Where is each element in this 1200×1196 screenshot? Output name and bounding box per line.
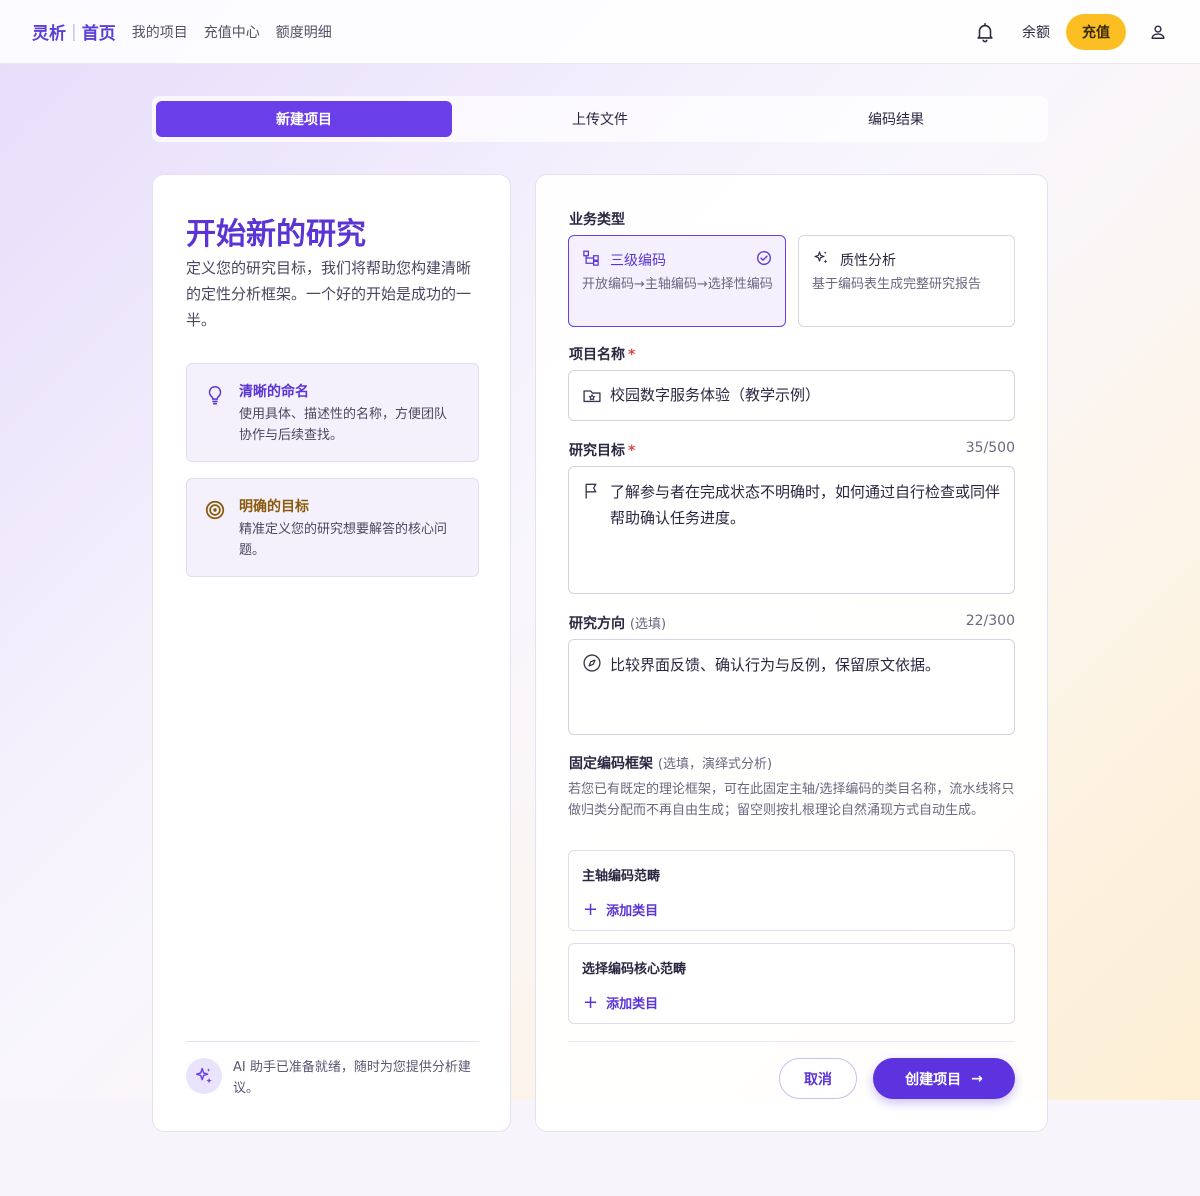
main-nav: 我的项目 充值中心 额度明细 — [132, 22, 348, 42]
type-option-description: 开放编码→主轴编码→选择性编码 — [582, 277, 773, 292]
research-goal-counter: 35/500 — [965, 440, 1015, 456]
ai-badge — [186, 1058, 222, 1094]
framework-label: 固定编码框架 (选填，演绎式分析) — [569, 753, 772, 773]
type-option-description: 基于编码表生成完整研究报告 — [812, 277, 982, 292]
header-actions: 余额 充值 — [974, 13, 1168, 50]
step-tabs: 新建项目 上传文件 编码结果 — [152, 96, 1048, 142]
sparkles-icon — [195, 1067, 212, 1084]
add-category-button[interactable]: + 添加类目 — [583, 900, 658, 919]
required-marker: * — [628, 347, 636, 363]
type-option-qualitative-analysis[interactable]: 质性分析 基于编码表生成完整研究报告 — [798, 235, 1015, 327]
tip-card-goal: 明确的目标 精准定义您的研究想要解答的核心问题。 — [186, 478, 479, 577]
optional-marker: (选填) — [629, 617, 667, 632]
home-link[interactable]: 首页 — [82, 19, 116, 44]
framework-help-text: 若您已有既定的理论框架，可在此固定主轴/选择编码的类目名称，流水线将只做归类分配… — [568, 782, 1015, 818]
project-name-label-text: 项目名称 — [569, 347, 625, 363]
research-goal-value: 了解参与者在完成状态不明确时，如何通过自行检查或同伴帮助确认任务进度。 — [610, 483, 1001, 527]
research-goal-label-text: 研究目标 — [569, 443, 625, 459]
hierarchy-icon — [583, 250, 599, 266]
folder-star-icon — [583, 390, 601, 403]
tab-coding-results[interactable]: 编码结果 — [748, 101, 1044, 137]
add-category-label: 添加类目 — [606, 997, 659, 1012]
ai-assistant-note: AI 助手已准备就绪，随时为您提供分析建议。 — [233, 1060, 471, 1096]
add-category-button[interactable]: + 添加类目 — [583, 993, 658, 1012]
intro-title: 开始新的研究 — [186, 217, 366, 252]
optional-marker: (选填，演绎式分析) — [657, 757, 773, 772]
tip-title: 清晰的命名 — [239, 384, 309, 400]
type-option-three-level-coding[interactable]: 三级编码 开放编码→主轴编码→选择性编码 — [568, 235, 786, 327]
research-direction-label: 研究方向 (选填) — [569, 613, 666, 633]
target-icon — [205, 500, 225, 520]
compass-icon — [583, 654, 601, 672]
category-box-title: 选择编码核心范畴 — [582, 962, 687, 977]
divider — [186, 1041, 479, 1042]
create-project-label: 创建项目 — [905, 1071, 962, 1088]
plus-icon: + — [583, 991, 599, 1013]
tip-description: 使用具体、描述性的名称，方便团队协作与后续查找。 — [239, 407, 448, 443]
arrow-right-icon: → — [971, 1070, 983, 1087]
research-goal-textarea[interactable]: 了解参与者在完成状态不明确时，如何通过自行检查或同伴帮助确认任务进度。 — [568, 466, 1015, 594]
tab-upload-files[interactable]: 上传文件 — [452, 101, 748, 137]
research-direction-label-text: 研究方向 — [569, 616, 625, 632]
intro-panel: 开始新的研究 定义您的研究目标，我们将帮助您构建清晰的定性分析框架。一个好的开始… — [152, 174, 511, 1132]
selective-coding-categories: 选择编码核心范畴 + 添加类目 — [568, 943, 1015, 1024]
brand-separator: | — [71, 21, 77, 42]
tip-description: 精准定义您的研究想要解答的核心问题。 — [239, 522, 448, 558]
research-direction-textarea[interactable]: 比较界面反馈、确认行为与反例，保留原文依据。 — [568, 639, 1015, 735]
recharge-button[interactable]: 充值 — [1066, 13, 1126, 50]
tip-card-naming: 清晰的命名 使用具体、描述性的名称，方便团队协作与后续查找。 — [186, 363, 479, 462]
plus-icon: + — [583, 898, 599, 920]
intro-description: 定义您的研究目标，我们将帮助您构建清晰的定性分析框架。一个好的开始是成功的一半。 — [186, 259, 472, 329]
user-icon[interactable] — [1148, 22, 1168, 42]
lightbulb-icon — [208, 385, 222, 405]
nav-quota-details[interactable]: 额度明细 — [276, 22, 332, 42]
category-box-title: 主轴编码范畴 — [582, 869, 661, 884]
brand-name[interactable]: 灵析 — [32, 19, 66, 44]
project-name-input[interactable]: 校园数字服务体验（教学示例） — [568, 370, 1015, 421]
project-name-value: 校园数字服务体验（教学示例） — [610, 386, 821, 404]
tip-title: 明确的目标 — [239, 499, 309, 515]
check-circle-icon — [757, 251, 771, 265]
required-marker: * — [628, 443, 636, 459]
project-form: 业务类型 三级编码 开放编码→主轴编码→选择性编码 质性分析 基于编码表生成完整… — [535, 174, 1048, 1132]
balance-link[interactable]: 余额 — [1022, 22, 1050, 42]
business-type-label: 业务类型 — [569, 212, 625, 228]
axial-coding-categories: 主轴编码范畴 + 添加类目 — [568, 850, 1015, 931]
divider — [568, 1041, 1015, 1042]
cancel-button[interactable]: 取消 — [779, 1058, 857, 1099]
top-navigation-bar: 灵析 | 首页 我的项目 充值中心 额度明细 余额 充值 — [0, 0, 1200, 64]
research-direction-counter: 22/300 — [965, 613, 1015, 629]
type-option-title: 三级编码 — [610, 253, 666, 269]
add-category-label: 添加类目 — [606, 904, 659, 919]
project-name-label: 项目名称 * — [569, 344, 635, 364]
framework-label-text: 固定编码框架 — [569, 756, 653, 772]
nav-recharge-center[interactable]: 充值中心 — [204, 22, 260, 42]
flag-icon — [585, 483, 597, 499]
type-option-title: 质性分析 — [840, 253, 896, 269]
bell-icon[interactable] — [974, 21, 996, 43]
sparkles-icon — [814, 251, 828, 264]
research-direction-value: 比较界面反馈、确认行为与反例，保留原文依据。 — [610, 656, 941, 674]
nav-my-projects[interactable]: 我的项目 — [132, 22, 188, 42]
create-project-button[interactable]: 创建项目 → — [873, 1058, 1015, 1099]
research-goal-label: 研究目标 * — [569, 440, 635, 460]
brand: 灵析 | 首页 — [32, 19, 116, 45]
tab-new-project[interactable]: 新建项目 — [156, 101, 452, 137]
